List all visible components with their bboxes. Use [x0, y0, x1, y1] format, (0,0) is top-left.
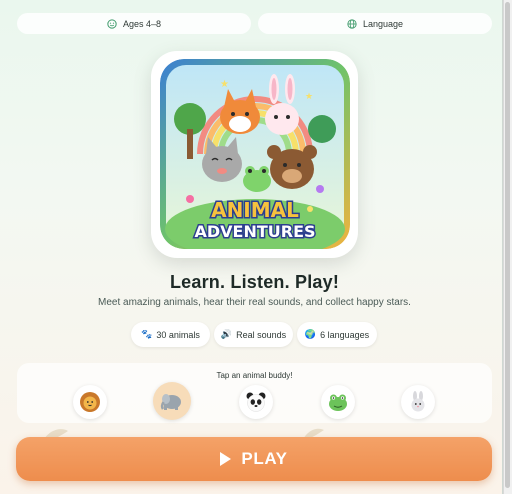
- feature-chip-sounds: 🔊 Real sounds: [214, 322, 293, 347]
- logo-line2: ADVENTURES: [194, 222, 315, 241]
- globe-icon: [347, 18, 357, 29]
- feature-label: Real sounds: [236, 329, 287, 340]
- buddy-rabbit-button[interactable]: [401, 385, 435, 419]
- smile-face-icon: [107, 18, 117, 29]
- buddy-elephant-button[interactable]: [153, 382, 191, 420]
- rabbit-icon: [411, 391, 425, 412]
- elephant-icon: [160, 394, 181, 410]
- svg-text:★: ★: [305, 92, 313, 102]
- feature-label: 6 languages: [320, 329, 370, 340]
- buddy-panda-button[interactable]: [239, 385, 273, 419]
- logo-line1: ANIMAL: [211, 198, 299, 222]
- ages-label: Ages 4–8: [122, 18, 162, 29]
- scrollbar-thumb[interactable]: [505, 2, 510, 488]
- feature-label: 30 animals: [156, 329, 200, 340]
- play-label: PLAY: [241, 449, 288, 468]
- panda-icon: [246, 392, 266, 412]
- feature-chip-languages: 🌍 6 languages: [297, 322, 377, 347]
- language-button[interactable]: Language: [258, 13, 492, 34]
- lion-icon: [80, 392, 100, 412]
- page-title: Learn. Listen. Play!: [169, 272, 340, 292]
- paw-icon: 🐾: [141, 329, 153, 339]
- speaker-icon: 🔊: [220, 329, 233, 339]
- play-icon: [220, 452, 232, 466]
- buddy-panel-title: Tap an animal buddy!: [216, 371, 293, 380]
- language-label: Language: [362, 18, 404, 29]
- animal-adventures-logo: ★ ★ ANIMAL ADVENTURES: [160, 59, 350, 249]
- frog-icon: [329, 394, 347, 411]
- globe-icon: 🌍: [304, 329, 317, 339]
- feature-chip-animals: 🐾 30 animals: [131, 322, 210, 347]
- svg-text:★: ★: [220, 79, 229, 90]
- ages-pill[interactable]: Ages 4–8: [17, 13, 251, 34]
- play-button[interactable]: PLAY: [16, 437, 492, 481]
- buddy-frog-button[interactable]: [321, 385, 355, 419]
- app-logo-card: ★ ★ ANIMAL ADVENTURES: [151, 51, 358, 258]
- buddy-lion-button[interactable]: [73, 385, 107, 419]
- page-subtitle: Meet amazing animals, hear their real so…: [98, 297, 411, 308]
- app-window: Ages 4–8 Language ★ ★ ANIMAL ADVENTURES …: [0, 0, 503, 494]
